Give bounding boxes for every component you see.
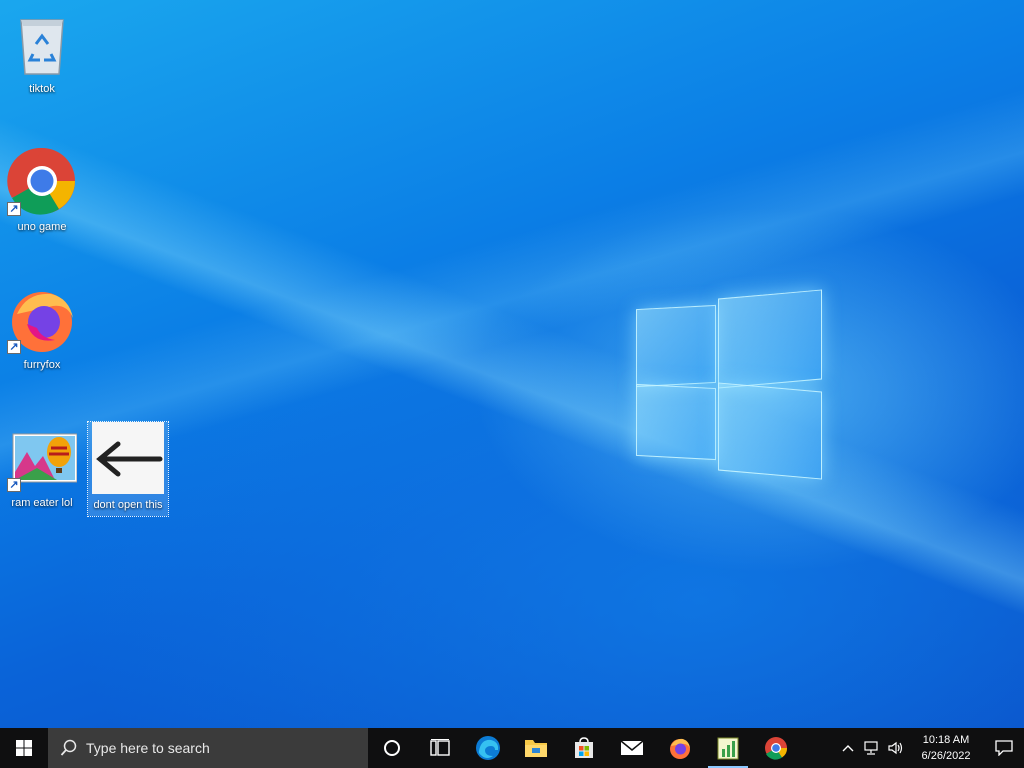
speaker-icon [888,741,903,755]
taskbar-mail[interactable] [608,728,656,768]
show-hidden-icons-button[interactable] [836,744,860,752]
notification-icon [995,740,1013,756]
chevron-up-icon [842,745,854,752]
desktop-icon-ram-eater[interactable]: ↗ ram eater lol [2,422,82,510]
clock-time: 10:18 AM [922,734,970,746]
wallpaper-light-beam [0,0,1024,768]
edge-icon [476,736,500,760]
firefox-icon [670,738,690,759]
network-button[interactable] [860,741,884,755]
wallpaper-light-beam [0,0,1024,768]
desktop-icon-label: furryfox [23,359,61,371]
task-view-button[interactable] [416,728,464,768]
shortcut-arrow-icon: ↗ [7,478,21,492]
desktop-icon-label: tiktok [29,83,55,95]
taskbar-spreadsheet-app[interactable] [704,728,752,768]
system-tray: 10:18 AM 6/26/2022 [836,728,1024,768]
cortana-button[interactable] [368,728,416,768]
start-button[interactable] [0,728,48,768]
search-placeholder: Type here to search [86,740,210,756]
taskbar-firefox[interactable] [656,728,704,768]
desktop-icon-furryfox[interactable]: ↗ furryfox [2,284,82,372]
firefox-icon: ↗ [7,284,77,354]
desktop-icon-label: dont open this [93,499,163,511]
taskbar-store[interactable] [560,728,608,768]
clock-date: 6/26/2022 [921,750,971,762]
taskbar-clock[interactable]: 10:18 AM 6/26/2022 [914,732,978,764]
file-explorer-icon [525,740,547,757]
windows-start-icon [16,740,32,756]
spreadsheet-app-icon [717,737,739,760]
chrome-icon [765,737,788,760]
desktop-icon-tiktok[interactable]: tiktok [2,8,82,96]
taskbar: Type here to search 10:18 AM 6/26/2022 [0,728,1024,768]
cortana-icon [384,740,400,756]
shortcut-arrow-icon: ↗ [7,340,21,354]
recycle-bin-icon [7,8,77,78]
network-icon [864,741,878,755]
desktop-icon-uno-game[interactable]: ↗ uno game [2,146,82,234]
chrome-icon: ↗ [7,146,77,216]
taskbar-edge[interactable] [464,728,512,768]
task-view-icon [430,739,450,756]
search-icon [60,739,77,756]
taskbar-file-explorer[interactable] [512,728,560,768]
action-center-button[interactable] [984,728,1024,768]
store-icon [575,737,593,758]
volume-button[interactable] [884,741,908,755]
taskbar-chrome[interactable] [752,728,800,768]
desktop-icon-dont-open-this[interactable]: dont open this [87,421,169,517]
left-arrow-image-icon [92,422,164,494]
windows-logo-wallpaper [636,289,826,480]
mail-icon [620,740,644,755]
taskbar-search-box[interactable]: Type here to search [48,728,368,768]
shortcut-arrow-icon: ↗ [7,202,21,216]
desktop-icon-label: uno game [17,221,67,233]
desktop-icon-label: ram eater lol [11,497,73,509]
hot-air-balloon-picture-icon: ↗ [7,422,78,492]
